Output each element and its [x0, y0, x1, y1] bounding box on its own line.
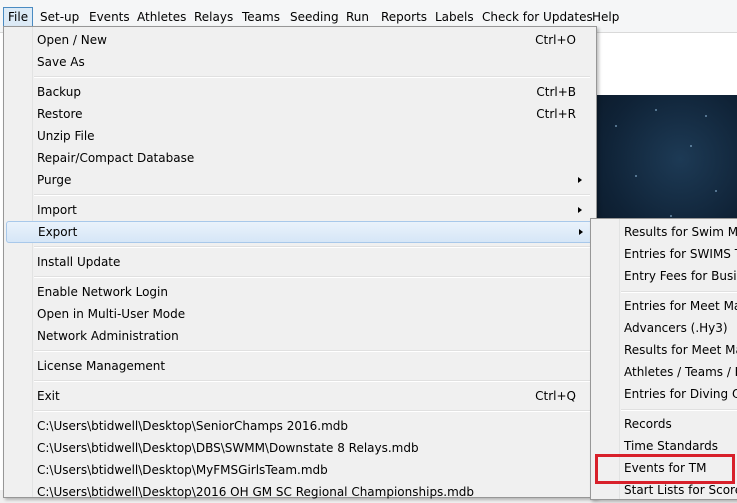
menu-events[interactable]: Events: [85, 8, 134, 26]
menu-file[interactable]: File: [3, 7, 34, 27]
separator: [34, 380, 590, 382]
menu-check-updates[interactable]: Check for Updates: [478, 8, 597, 26]
menu-labels[interactable]: Labels: [431, 8, 478, 26]
menu-athletes[interactable]: Athletes: [133, 8, 190, 26]
export-item-results-meet-manager[interactable]: Results for Meet Mana: [624, 339, 737, 361]
separator: [34, 276, 590, 278]
recent-file-item[interactable]: C:\Users\btidwell\Desktop\DBS\SWMM\Downs…: [6, 437, 592, 459]
submenu-arrow-icon: [579, 229, 583, 235]
menu-item-save-as[interactable]: Save As: [6, 51, 592, 73]
submenu-arrow-icon: [578, 207, 582, 213]
menu-item-import[interactable]: Import: [6, 199, 592, 221]
menu-item-unzip-file[interactable]: Unzip File: [6, 125, 592, 147]
menu-item-export[interactable]: Export: [6, 221, 594, 243]
annotation-highlight-box: [595, 454, 735, 484]
file-menu: Open / New Ctrl+O Save As Backup Ctrl+B …: [3, 26, 597, 499]
menu-item-open-new[interactable]: Open / New Ctrl+O: [6, 29, 592, 51]
export-item-entries-swims[interactable]: Entries for SWIMS Tim: [624, 243, 737, 265]
separator: [34, 350, 590, 352]
menu-item-multi-user[interactable]: Open in Multi-User Mode: [6, 303, 592, 325]
export-item-records[interactable]: Records: [624, 413, 672, 435]
export-item-athletes-teams[interactable]: Athletes / Teams / En: [624, 361, 737, 383]
menu-relays[interactable]: Relays: [190, 8, 237, 26]
export-item-advancers[interactable]: Advancers (.Hy3): [624, 317, 728, 339]
separator: [34, 410, 590, 412]
menu-item-license-management[interactable]: License Management: [6, 355, 592, 377]
menu-reports[interactable]: Reports: [377, 8, 431, 26]
export-item-results-swim-manager[interactable]: Results for Swim Mana: [624, 221, 737, 243]
menu-item-enable-network-login[interactable]: Enable Network Login: [6, 281, 592, 303]
separator: [34, 194, 590, 196]
menu-item-restore[interactable]: Restore Ctrl+R: [6, 103, 592, 125]
recent-file-item[interactable]: C:\Users\btidwell\Desktop\SeniorChamps 2…: [6, 415, 592, 437]
menu-seeding[interactable]: Seeding: [286, 8, 343, 26]
export-item-entries-meet-manager[interactable]: Entries for Meet Mana: [624, 295, 737, 317]
menu-item-network-admin[interactable]: Network Administration: [6, 325, 592, 347]
separator: [621, 291, 737, 293]
menu-teams[interactable]: Teams: [238, 8, 284, 26]
export-item-entry-fees[interactable]: Entry Fees for Busines: [624, 265, 737, 287]
menu-item-exit[interactable]: Exit Ctrl+Q: [6, 385, 592, 407]
menu-item-install-update[interactable]: Install Update: [6, 251, 592, 273]
menu-help[interactable]: Help: [588, 8, 623, 26]
submenu-arrow-icon: [578, 177, 582, 183]
recent-file-item[interactable]: C:\Users\btidwell\Desktop\MyFMSGirlsTeam…: [6, 459, 592, 481]
separator: [621, 409, 737, 411]
menu-setup[interactable]: Set-up: [36, 8, 83, 26]
separator: [34, 246, 590, 248]
separator: [34, 76, 590, 78]
menu-item-purge[interactable]: Purge: [6, 169, 592, 191]
menu-run[interactable]: Run: [342, 8, 373, 26]
menu-item-repair-compact[interactable]: Repair/Compact Database: [6, 147, 592, 169]
export-item-entries-diving[interactable]: Entries for Diving Only: [624, 383, 737, 405]
recent-file-item[interactable]: C:\Users\btidwell\Desktop\2016 OH GM SC …: [6, 481, 592, 503]
menu-item-backup[interactable]: Backup Ctrl+B: [6, 81, 592, 103]
